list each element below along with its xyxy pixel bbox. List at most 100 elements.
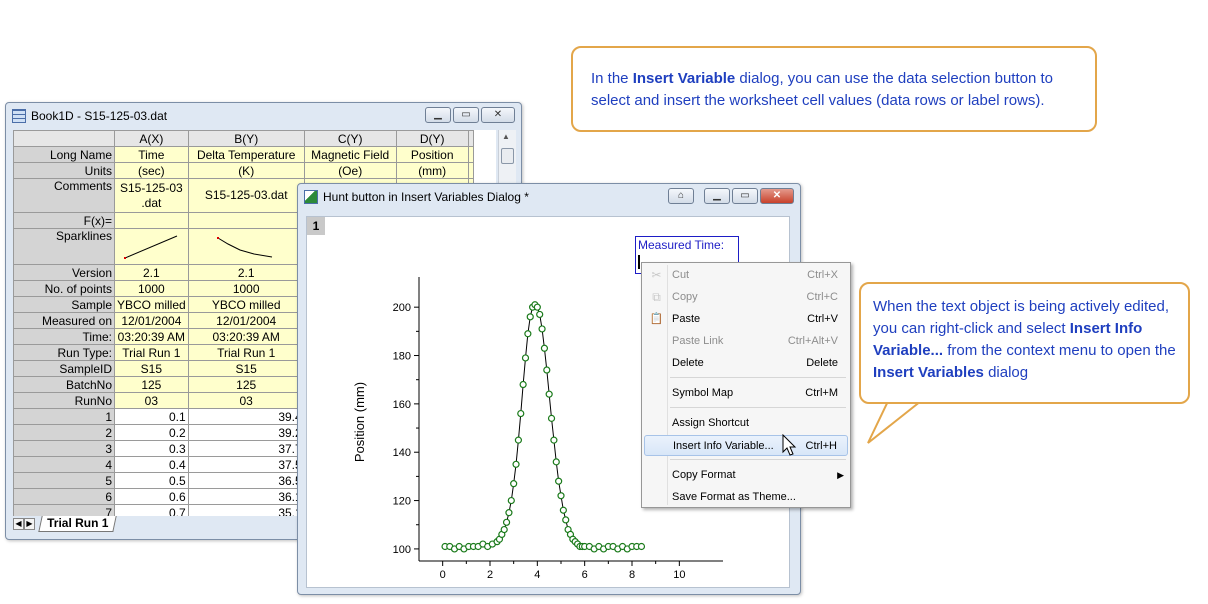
label-cell[interactable]: S15 <box>187 360 305 377</box>
restore-button[interactable]: ▭ <box>453 107 479 123</box>
data-cell[interactable]: 0.6 <box>114 488 189 505</box>
sheet-next-icon[interactable]: ▶ <box>24 518 35 530</box>
label-cell[interactable] <box>114 212 189 229</box>
row-label[interactable]: Version <box>13 264 115 281</box>
data-cell[interactable]: 0.1 <box>114 408 189 425</box>
label-cell[interactable] <box>114 228 189 265</box>
label-cell[interactable]: Magnetic Field <box>303 146 397 163</box>
label-cell[interactable] <box>187 212 305 229</box>
scroll-up-icon[interactable]: ▲ <box>502 132 510 141</box>
label-cell[interactable]: S15-125-03 .dat <box>114 178 189 213</box>
home-button[interactable]: ⌂ <box>668 188 694 204</box>
label-cell[interactable]: (Oe) <box>303 162 397 179</box>
column-header[interactable]: B(Y) <box>187 130 305 147</box>
row-label[interactable]: Run Type: <box>13 344 115 361</box>
label-cell[interactable]: (K) <box>187 162 305 179</box>
row-label[interactable]: F(x)= <box>13 212 115 229</box>
row-number[interactable]: 2 <box>13 424 115 441</box>
row-label[interactable]: Measured on <box>13 312 115 329</box>
label-cell-empty[interactable] <box>467 162 474 179</box>
column-header[interactable]: C(Y) <box>303 130 397 147</box>
menu-item-save-format-as-theme[interactable]: Save Format as Theme... <box>644 487 848 508</box>
menu-item-insert-info-variable[interactable]: Insert Info Variable... Ctrl+H <box>644 435 848 456</box>
row-label[interactable]: RunNo <box>13 392 115 409</box>
row-number[interactable]: 1 <box>13 408 115 425</box>
label-cell[interactable]: (mm) <box>395 162 469 179</box>
data-cell[interactable]: 0.4 <box>114 456 189 473</box>
column-header[interactable]: D(Y) <box>395 130 469 147</box>
data-cell[interactable]: 35.1 <box>187 504 305 516</box>
label-cell[interactable]: YBCO milled <box>187 296 305 313</box>
label-cell[interactable]: 125 <box>187 376 305 393</box>
row-label[interactable]: Sparklines <box>13 228 115 265</box>
graph-close-button[interactable]: ✕ <box>760 188 794 204</box>
label-cell[interactable]: 03 <box>187 392 305 409</box>
data-cell[interactable]: 39.4 <box>187 408 305 425</box>
label-cell[interactable]: Trial Run 1 <box>187 344 305 361</box>
label-cell[interactable] <box>187 228 305 265</box>
menu-item-copy[interactable]: ⧉ Copy Ctrl+C <box>644 287 848 308</box>
minimize-button[interactable]: ▁ <box>425 107 451 123</box>
sheet-tab[interactable]: Trial Run 1 <box>38 516 118 532</box>
menu-item-assign-shortcut[interactable]: Assign Shortcut <box>644 413 848 434</box>
label-cell[interactable]: 03:20:39 AM <box>187 328 305 345</box>
row-label[interactable]: Time: <box>13 328 115 345</box>
corner-cell[interactable] <box>13 130 115 147</box>
row-number[interactable]: 7 <box>13 504 115 516</box>
column-header-empty[interactable] <box>467 130 474 147</box>
close-button[interactable]: ✕ <box>481 107 515 123</box>
label-cell[interactable]: Time <box>114 146 189 163</box>
label-cell[interactable]: 125 <box>114 376 189 393</box>
label-cell[interactable]: 2.1 <box>114 264 189 281</box>
menu-item-copy-format[interactable]: Copy Format ▶ <box>644 465 848 486</box>
row-number[interactable]: 3 <box>13 440 115 457</box>
menu-item-symbol-map[interactable]: Symbol Map Ctrl+M <box>644 383 848 404</box>
label-cell[interactable]: 12/01/2004 <box>187 312 305 329</box>
context-menu[interactable]: ✂ Cut Ctrl+X ⧉ Copy Ctrl+C 📋 Paste Ctrl+V Paste L… <box>641 262 851 508</box>
label-cell[interactable]: Position <box>395 146 469 163</box>
scroll-thumb[interactable] <box>501 148 514 164</box>
row-label[interactable]: Long Name <box>13 146 115 163</box>
data-cell[interactable]: 0.3 <box>114 440 189 457</box>
label-cell[interactable]: S15-125-03.dat <box>187 178 305 213</box>
label-cell[interactable]: Trial Run 1 <box>114 344 189 361</box>
data-cell[interactable]: 39.2 <box>187 424 305 441</box>
column-header[interactable]: A(X) <box>114 130 189 147</box>
label-cell[interactable]: (sec) <box>114 162 189 179</box>
data-cell[interactable]: 36.5 <box>187 472 305 489</box>
graph-minimize-button[interactable]: ▁ <box>704 188 730 204</box>
label-cell[interactable]: 1000 <box>187 280 305 297</box>
data-point <box>512 460 520 468</box>
row-label[interactable]: Comments <box>13 178 115 213</box>
label-cell[interactable]: S15 <box>114 360 189 377</box>
row-label[interactable]: No. of points <box>13 280 115 297</box>
row-label[interactable]: BatchNo <box>13 376 115 393</box>
label-cell[interactable]: 03:20:39 AM <box>114 328 189 345</box>
menu-item-paste[interactable]: 📋 Paste Ctrl+V <box>644 309 848 330</box>
data-cell[interactable]: 37.5 <box>187 456 305 473</box>
row-label[interactable]: Sample <box>13 296 115 313</box>
data-cell[interactable]: 0.2 <box>114 424 189 441</box>
menu-item-delete[interactable]: Delete Delete <box>644 353 848 374</box>
row-number[interactable]: 6 <box>13 488 115 505</box>
menu-item-cut[interactable]: ✂ Cut Ctrl+X <box>644 265 848 286</box>
label-cell[interactable]: 12/01/2004 <box>114 312 189 329</box>
label-cell[interactable]: 1000 <box>114 280 189 297</box>
row-label[interactable]: Units <box>13 162 115 179</box>
label-cell-empty[interactable] <box>467 146 474 163</box>
label-cell[interactable]: YBCO milled <box>114 296 189 313</box>
data-cell[interactable]: 0.5 <box>114 472 189 489</box>
menu-item-paste-link[interactable]: Paste Link Ctrl+Alt+V <box>644 331 848 352</box>
label-cell[interactable]: 2.1 <box>187 264 305 281</box>
graph-restore-button[interactable]: ▭ <box>732 188 758 204</box>
data-cell[interactable]: 0.7 <box>114 504 189 516</box>
sheet-prev-icon[interactable]: ◀ <box>13 518 24 530</box>
row-number[interactable]: 4 <box>13 456 115 473</box>
data-cell[interactable]: 37.7 <box>187 440 305 457</box>
label-cell[interactable]: 03 <box>114 392 189 409</box>
graph-icon <box>304 190 318 204</box>
row-label[interactable]: SampleID <box>13 360 115 377</box>
data-cell[interactable]: 36.1 <box>187 488 305 505</box>
row-number[interactable]: 5 <box>13 472 115 489</box>
label-cell[interactable]: Delta Temperature <box>187 146 305 163</box>
